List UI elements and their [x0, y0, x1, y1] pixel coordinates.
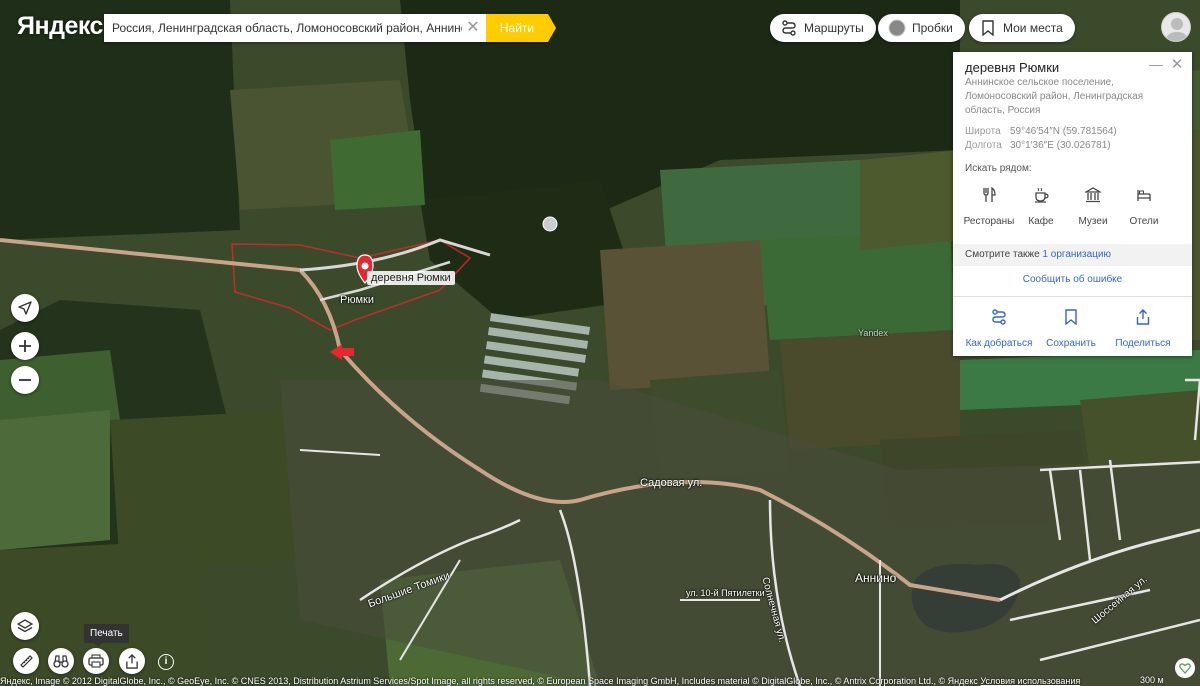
organizations-link[interactable]: 1 организацию — [1042, 249, 1111, 260]
longitude-row: Долгота 30°1′36″E (30.026781) — [965, 140, 1111, 151]
share-icon — [126, 653, 138, 669]
zoom-out-button[interactable] — [11, 366, 39, 394]
bookmark-icon — [979, 19, 997, 37]
longitude-label: Долгота — [965, 140, 1002, 151]
report-error-link[interactable]: Сообщить об ошибке — [953, 274, 1192, 285]
feedback-button[interactable] — [1175, 658, 1195, 678]
location-arrow-icon — [18, 301, 32, 315]
yandex-logo[interactable]: Яндекс — [17, 12, 103, 41]
route-icon — [780, 19, 798, 37]
routes-label: Маршруты — [804, 21, 864, 35]
place-card: деревня Рюмки — ✕ Аннинское сельское пос… — [953, 52, 1192, 356]
heart-icon — [1179, 663, 1191, 674]
card-divider — [953, 296, 1192, 297]
binoculars-icon — [53, 655, 69, 668]
get-directions-button[interactable]: Как добраться — [964, 308, 1034, 349]
bookmark-icon — [1036, 308, 1106, 326]
map-label-annino: Аннино — [855, 571, 897, 585]
panorama-button[interactable] — [48, 648, 74, 674]
routes-button[interactable]: Маршруты — [770, 14, 876, 42]
see-also-bar: Смотрите также 1 организацию — [953, 244, 1192, 266]
get-directions-label: Как добраться — [965, 338, 1033, 349]
nearby-hotels[interactable]: Отели — [1114, 184, 1174, 227]
print-button[interactable] — [83, 648, 109, 674]
map-label-sadovaya: Садовая ул. — [640, 477, 703, 489]
scale-label: 300 м — [1140, 675, 1164, 685]
card-title: деревня Рюмки — [965, 60, 1060, 75]
minus-icon — [19, 379, 31, 381]
my-places-label: Мои места — [1003, 21, 1063, 35]
minimize-icon[interactable]: — — [1149, 57, 1163, 72]
map-label-pyatiletki: ул. 10-й Пятилетки — [686, 588, 765, 598]
print-tooltip: Печать — [84, 624, 129, 647]
nearby-hotels-label: Отели — [1129, 216, 1159, 227]
longitude-value[interactable]: 30°1′36″E (30.026781) — [1010, 140, 1111, 151]
info-icon[interactable]: i — [158, 654, 174, 670]
nearby-restaurants-label: Рестораны — [963, 216, 1015, 227]
map-label-ryumki: Рюмки — [340, 294, 374, 306]
clear-search-icon[interactable]: ✕ — [464, 19, 482, 37]
nearby-cafe[interactable]: Кафе — [1011, 184, 1071, 227]
search-bar: ✕ Найти — [104, 14, 556, 42]
layers-button[interactable] — [11, 612, 39, 640]
copyright-bar: Яндекс, Image © 2012 DigitalGlobe, Inc.,… — [0, 676, 1200, 686]
share-button[interactable]: Поделиться — [1108, 308, 1178, 349]
bed-icon — [1114, 184, 1174, 206]
search-button[interactable]: Найти — [486, 14, 556, 42]
nearby-cafe-label: Кафе — [1028, 216, 1054, 227]
traffic-button[interactable]: Пробки — [878, 14, 965, 42]
layers-icon — [17, 619, 33, 633]
traffic-label: Пробки — [912, 21, 953, 35]
share-label: Поделиться — [1115, 338, 1171, 349]
nearby-restaurants[interactable]: Рестораны — [959, 184, 1019, 227]
save-label: Сохранить — [1046, 338, 1096, 349]
latitude-row: Широта 59°46′54″N (59.781564) — [965, 126, 1117, 137]
my-places-button[interactable]: Мои места — [969, 14, 1075, 42]
zoom-in-button[interactable] — [11, 332, 39, 360]
nearby-title: Искать рядом: — [965, 163, 1032, 174]
route-icon — [964, 308, 1034, 326]
card-address: Аннинское сельское поселение, Ломоносовс… — [965, 77, 1144, 116]
latitude-value[interactable]: 59°46′54″N (59.781564) — [1010, 126, 1117, 137]
map-watermark: Yandex — [858, 328, 888, 338]
user-avatar[interactable] — [1161, 12, 1191, 42]
share-icon — [1108, 308, 1178, 326]
fork-knife-icon — [959, 184, 1019, 206]
pin-label[interactable]: деревня Рюмки — [367, 271, 455, 285]
ruler-button[interactable] — [13, 648, 39, 674]
geolocation-button[interactable] — [11, 294, 39, 322]
plus-icon — [19, 340, 31, 352]
latitude-label: Широта — [965, 126, 1001, 137]
terms-link[interactable]: Условия использования — [980, 676, 1080, 686]
see-also-text: Смотрите также — [965, 249, 1040, 260]
printer-icon — [88, 654, 104, 668]
coffee-cup-icon — [1011, 184, 1071, 206]
share-map-button[interactable] — [119, 648, 145, 674]
traffic-icon — [888, 19, 906, 37]
ruler-icon — [20, 655, 33, 668]
save-button[interactable]: Сохранить — [1036, 308, 1106, 349]
copyright-text: Яндекс, Image © 2012 DigitalGlobe, Inc.,… — [0, 676, 978, 686]
close-icon[interactable]: ✕ — [1169, 57, 1185, 73]
search-input[interactable] — [104, 14, 486, 42]
